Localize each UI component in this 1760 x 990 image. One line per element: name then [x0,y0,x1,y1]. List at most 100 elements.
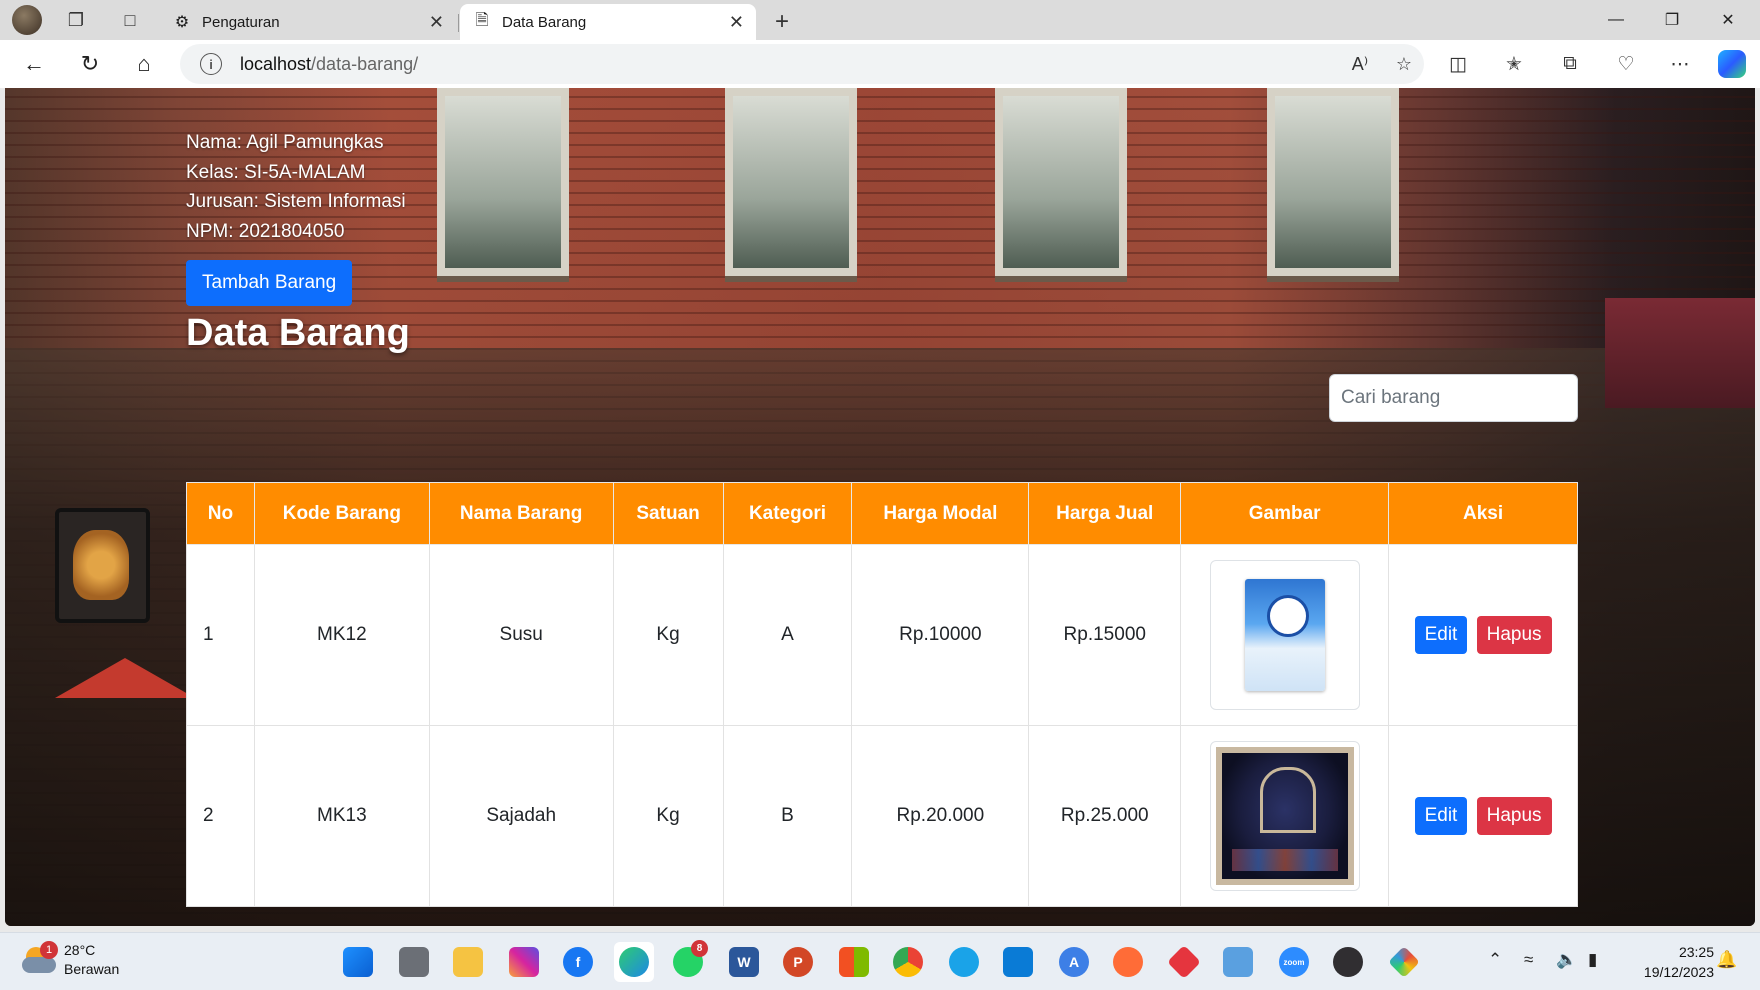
refresh-button[interactable]: ↻ [70,44,110,84]
collections-icon[interactable]: ⧉ [1548,44,1592,84]
taskbar-app-virtualbox[interactable] [1218,942,1258,982]
tab-label: Pengaturan [202,13,280,31]
url-field[interactable]: i localhost/data-barang/ A⁾ ☆ [180,44,1424,84]
folder-icon [453,947,483,977]
info-icon[interactable]: i [200,53,222,75]
favorites-icon[interactable]: ✭ [1492,44,1536,84]
page-content: Nama: Agil Pamungkas Kelas: SI-5A-MALAM … [186,128,1578,907]
page-icon: 🗎 [475,11,489,29]
more-menu-icon[interactable]: ⋯ [1658,44,1702,84]
weather-widget[interactable]: 1 28°C Berawan [22,941,119,979]
copilot-button[interactable] [1710,44,1754,84]
notification-bell-icon[interactable]: 🔔 [1716,950,1737,970]
cell-harga-modal: Rp.20.000 [851,725,1030,907]
delete-button[interactable]: Hapus [1476,616,1552,654]
add-item-button[interactable]: Tambah Barang [186,260,353,306]
student-info: Nama: Agil Pamungkas Kelas: SI-5A-MALAM … [186,128,1578,246]
zoom-icon: zoom [1279,947,1309,977]
cell-harga-jual: Rp.25.000 [1028,725,1182,907]
cell-kategori: A [722,544,853,726]
vscode-icon [1003,947,1033,977]
taskbar-app-gitkraken[interactable] [1384,942,1424,982]
close-icon[interactable]: ✕ [429,12,444,33]
taskbar-app-vscode[interactable] [998,942,1038,982]
taskbar-app-android-studio[interactable]: A [1054,942,1094,982]
cell-aksi: Edit Hapus [1388,725,1578,907]
powerpoint-icon: P [783,947,813,977]
clock-date: 19/12/2023 [1643,964,1714,980]
url-path: /data-barang/ [311,53,419,74]
taskbar-app-cloud[interactable] [944,942,984,982]
taskbar-app-obs[interactable] [1328,942,1368,982]
taskbar-app-git[interactable] [1164,942,1204,982]
cloud-icon [949,947,979,977]
browser-essentials-icon[interactable]: ♡ [1604,44,1648,84]
copilot-icon [1718,50,1746,78]
taskbar-app-edge[interactable] [614,942,654,982]
taskbar-app-facebook[interactable]: f [558,942,598,982]
edit-button[interactable]: Edit [1414,797,1468,835]
edit-button[interactable]: Edit [1414,616,1468,654]
taskbar-app-word[interactable]: W [724,942,764,982]
search-input[interactable] [1329,374,1578,422]
taskbar-app-chrome[interactable] [888,942,928,982]
column-header-nama: Nama Barang [428,482,614,545]
chevron-up-icon[interactable]: ⌃ [1488,950,1502,970]
url-host: localhost [240,53,312,74]
vertical-tabs-icon[interactable]: □ [110,0,150,40]
address-bar: ← ↻ ⌂ i localhost/data-barang/ A⁾ ☆ ◫ ✭ … [0,40,1760,88]
windows-logo-icon [343,947,373,977]
wifi-icon[interactable]: ≈ [1524,950,1533,970]
battery-icon[interactable]: ▮ [1588,950,1597,970]
bg-crosswalk-sign [55,508,150,623]
volume-icon[interactable]: 🔈 [1556,950,1577,970]
cloudy-weather-icon: 1 [22,941,58,975]
obs-icon [1333,947,1363,977]
home-button[interactable]: ⌂ [124,44,164,84]
taskbar-app-whatsapp[interactable]: 8 [668,940,708,982]
system-clock[interactable]: 23:25 19/12/2023 [1624,942,1714,982]
taskbar-app-powerpoint[interactable]: P [778,942,818,982]
page-viewport: Nama: Agil Pamungkas Kelas: SI-5A-MALAM … [5,88,1755,926]
cell-gambar [1180,725,1390,907]
taskbar-app-instagram[interactable] [504,942,544,982]
profile-avatar[interactable] [12,5,42,35]
edge-icon [619,947,649,977]
back-button[interactable]: ← [14,44,54,84]
new-tab-button[interactable]: + [764,4,800,40]
close-window-button[interactable]: ✕ [1700,0,1756,40]
start-button[interactable] [338,942,378,982]
store-icon [839,947,869,977]
cell-kode: MK12 [253,544,430,726]
taskbar-app-task-view[interactable] [394,942,434,982]
workspaces-icon[interactable]: ❐ [56,0,96,40]
taskbar-app-postman[interactable] [1108,942,1148,982]
close-icon[interactable]: ✕ [729,12,744,33]
student-major: Jurusan: Sistem Informasi [186,191,406,212]
column-header-aksi: Aksi [1388,482,1578,545]
weather-badge: 1 [40,941,58,959]
task-view-icon [399,947,429,977]
read-aloud-icon[interactable]: A⁾ [1342,44,1378,84]
taskbar-app-file-explorer[interactable] [448,942,488,982]
search-box [1329,374,1578,422]
student-class: Kelas: SI-5A-MALAM [186,161,366,183]
favorite-star-icon[interactable]: ☆ [1386,44,1422,84]
taskbar-app-store[interactable] [834,942,874,982]
delete-button[interactable]: Hapus [1476,797,1552,835]
tab-settings[interactable]: ⚙ Pengaturan ✕ [160,4,456,40]
page-title: Data Barang [186,312,410,354]
minimize-button[interactable]: — [1588,0,1644,40]
split-screen-icon[interactable]: ◫ [1436,44,1480,84]
android-studio-icon: A [1059,947,1089,977]
cell-gambar [1180,544,1390,726]
chrome-icon [893,947,923,977]
column-header-no: No [186,482,255,545]
facebook-icon: f [563,947,593,977]
cell-no: 2 [186,725,255,907]
taskbar: 1 28°C Berawan f 8 W P A zoom ⌃ ≈ 🔈 ▮ 23… [0,932,1760,990]
taskbar-app-zoom[interactable]: zoom [1274,942,1314,982]
weather-desc: Berawan [64,961,120,977]
tab-data-barang[interactable]: 🗎 Data Barang ✕ [460,4,756,40]
restore-button[interactable]: ❐ [1644,0,1700,40]
